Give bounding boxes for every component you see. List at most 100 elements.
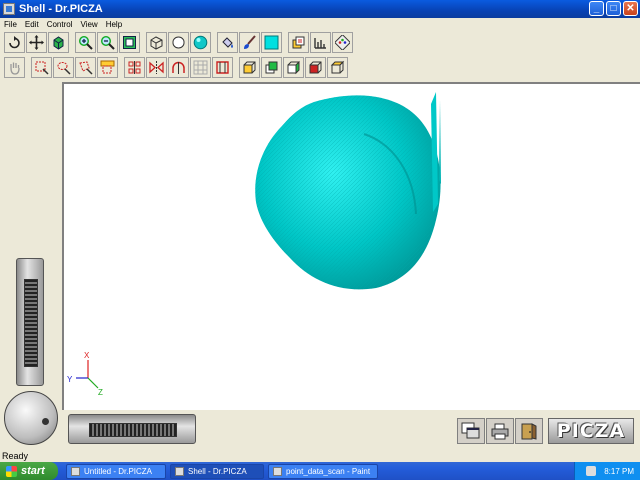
paint-bucket-button[interactable] <box>217 32 238 53</box>
maximize-button[interactable]: □ <box>606 1 621 16</box>
select-poly-button[interactable] <box>75 57 96 78</box>
main-toolbar <box>0 31 354 54</box>
dial-knob[interactable] <box>42 418 49 425</box>
view-back-button[interactable] <box>261 57 282 78</box>
model-viewport[interactable]: X Y Z <box>62 82 640 410</box>
surface-button[interactable] <box>168 32 189 53</box>
brush-icon <box>244 35 256 49</box>
edit-toolbar <box>0 56 349 79</box>
horizontal-slider-track[interactable] <box>89 423 177 437</box>
wireframe-button[interactable] <box>146 32 167 53</box>
tray-icon[interactable] <box>586 466 597 476</box>
move-icon <box>29 35 44 50</box>
close-button[interactable]: ✕ <box>623 1 638 16</box>
paint-bucket-icon <box>222 37 233 48</box>
menu-help[interactable]: Help <box>106 20 122 29</box>
rotate-icon <box>9 36 20 49</box>
clock: 8:17 PM <box>604 466 634 476</box>
frame-button[interactable] <box>212 57 233 78</box>
view-left-icon <box>287 60 300 75</box>
axis-y-label: Y <box>67 375 73 384</box>
zoom-in-icon <box>78 35 93 50</box>
color-swatch-button[interactable] <box>261 32 282 53</box>
palette-icon <box>335 35 350 50</box>
sphere-shading-button[interactable] <box>190 32 211 53</box>
palette-button[interactable] <box>332 32 353 53</box>
arch-icon <box>172 61 185 74</box>
zoom-out-button[interactable] <box>97 32 118 53</box>
model-canvas[interactable]: X Y Z <box>64 84 640 410</box>
horizontal-rotate-slider[interactable] <box>68 414 196 444</box>
view-front-button[interactable] <box>239 57 260 78</box>
cube-color-button[interactable] <box>48 32 69 53</box>
view-right-icon <box>309 61 322 74</box>
title-bar[interactable]: Shell - Dr.PICZA _ □ ✕ <box>0 0 640 18</box>
zoom-in-button[interactable] <box>75 32 96 53</box>
color-swatch-icon <box>264 35 279 50</box>
app-icon <box>3 3 15 15</box>
layers-button[interactable] <box>288 32 309 53</box>
menu-bar: File Edit Control View Help <box>0 18 640 31</box>
axis-gizmo: X Y Z <box>67 351 103 397</box>
select-rect-icon <box>35 61 49 75</box>
rotate-tool-button[interactable] <box>4 32 25 53</box>
select-lasso-icon <box>57 62 71 75</box>
task-shell-drpicza[interactable]: Shell - Dr.PICZA <box>170 464 264 479</box>
axis-x-label: X <box>84 351 90 360</box>
zoom-out-icon <box>100 35 115 50</box>
picza-logo: PICZA <box>548 418 634 444</box>
mirror-button[interactable] <box>146 57 167 78</box>
arch-button[interactable] <box>168 57 189 78</box>
windows-button[interactable] <box>457 418 485 444</box>
paint-icon <box>273 467 282 476</box>
window-title: Shell - Dr.PICZA <box>19 3 103 15</box>
cut-button[interactable] <box>124 57 145 78</box>
select-lasso-button[interactable] <box>53 57 74 78</box>
menu-edit[interactable]: Edit <box>25 20 39 29</box>
layers-icon <box>292 36 305 49</box>
grid-button[interactable] <box>190 57 211 78</box>
measure-icon <box>314 38 326 49</box>
windows-icon <box>461 422 480 439</box>
windows-flag-icon <box>6 465 17 477</box>
select-auto-icon <box>100 60 115 74</box>
hand-tool-button[interactable] <box>4 57 25 78</box>
hand-icon <box>10 62 20 75</box>
minimize-button[interactable]: _ <box>589 1 604 16</box>
printer-icon <box>491 423 509 440</box>
start-button[interactable]: start <box>0 462 58 480</box>
status-text: Ready <box>2 451 29 461</box>
view-right-button[interactable] <box>305 57 326 78</box>
cut-icon <box>128 61 141 74</box>
axis-z-label: Z <box>98 388 103 397</box>
zoom-fit-icon <box>123 36 136 49</box>
system-tray: 8:17 PM <box>574 462 640 480</box>
task-paint[interactable]: point_data_scan - Paint <box>268 464 378 479</box>
cube-color-icon <box>53 36 64 50</box>
task-untitled-drpicza[interactable]: Untitled - Dr.PICZA <box>66 464 166 479</box>
move-tool-button[interactable] <box>26 32 47 53</box>
status-bar: Ready <box>0 450 640 462</box>
vertical-zoom-slider[interactable] <box>16 258 44 386</box>
rotation-dial[interactable] <box>4 391 58 445</box>
vertical-slider-track[interactable] <box>24 279 38 367</box>
zoom-fit-button[interactable] <box>119 32 140 53</box>
wireframe-icon <box>150 36 163 50</box>
surface-icon <box>172 36 185 49</box>
view-top-button[interactable] <box>327 57 348 78</box>
view-front-icon <box>243 61 256 74</box>
menu-view[interactable]: View <box>80 20 97 29</box>
app-icon <box>175 467 184 476</box>
taskbar: start Untitled - Dr.PICZA Shell - Dr.PIC… <box>0 462 640 480</box>
menu-control[interactable]: Control <box>47 20 73 29</box>
brush-button[interactable] <box>239 32 260 53</box>
exit-button[interactable] <box>515 418 543 444</box>
select-auto-button[interactable] <box>97 57 118 78</box>
measure-button[interactable] <box>310 32 331 53</box>
view-left-button[interactable] <box>283 57 304 78</box>
view-back-icon <box>265 61 278 74</box>
shell-model[interactable] <box>255 92 441 290</box>
select-rect-button[interactable] <box>31 57 52 78</box>
menu-file[interactable]: File <box>4 20 17 29</box>
print-button[interactable] <box>486 418 514 444</box>
